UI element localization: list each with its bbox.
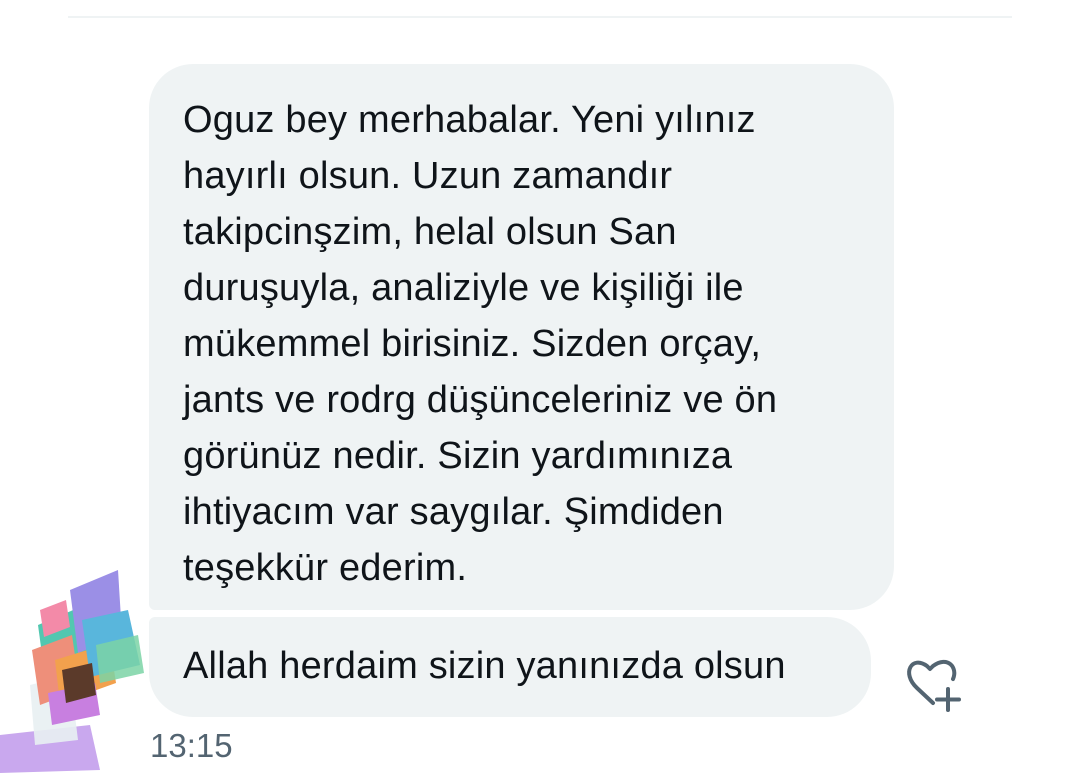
add-reaction-button[interactable] <box>896 652 966 716</box>
top-divider <box>68 16 1012 18</box>
heart-plus-icon <box>907 659 961 712</box>
message-bubble[interactable]: Oguz bey merhabalar. Yeni yılınız hayırl… <box>149 64 894 610</box>
dm-conversation: Oguz bey merhabalar. Yeni yılınız hayırl… <box>0 0 1080 773</box>
message-text: Allah herdaim sizin yanınızda olsun <box>183 645 786 687</box>
avatar-image <box>0 570 144 773</box>
message-bubble[interactable]: Allah herdaim sizin yanınızda olsun <box>149 617 871 717</box>
avatar[interactable] <box>0 565 150 773</box>
message-timestamp: 13:15 <box>150 727 233 764</box>
message-text: Oguz bey merhabalar. Yeni yılınız hayırl… <box>183 99 778 589</box>
